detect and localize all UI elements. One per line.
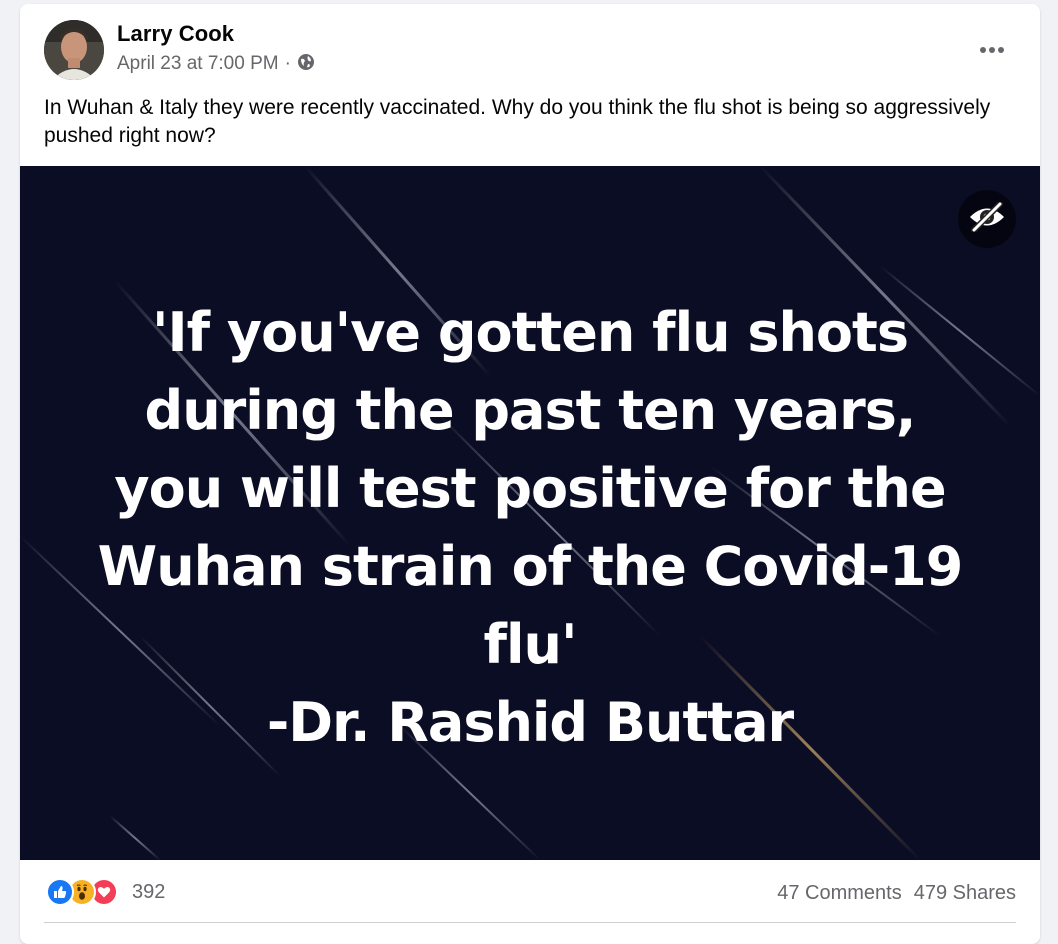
engagement-counts: 47 Comments 479 Shares: [777, 882, 1016, 905]
post-timestamp[interactable]: April 23 at 7:00 PM: [117, 53, 279, 75]
hide-image-button[interactable]: [958, 190, 1016, 248]
like-icon: [46, 878, 74, 906]
post-text: In Wuhan & Italy they were recently vacc…: [44, 96, 991, 147]
shares-count-link[interactable]: 479 Shares: [914, 882, 1016, 905]
more-options-icon: [979, 41, 1005, 59]
reaction-count: 392: [132, 880, 166, 903]
quote-line: you will test positive for the: [114, 457, 946, 520]
post-card: Larry Cook April 23 at 7:00 PM · In Wuha…: [20, 4, 1040, 944]
post-meta: April 23 at 7:00 PM ·: [117, 53, 315, 75]
quote-attribution: -Dr. Rashid Buttar: [266, 691, 794, 754]
meta-separator: ·: [284, 53, 291, 74]
author-avatar[interactable]: [44, 20, 104, 80]
globe-icon[interactable]: [297, 53, 315, 71]
quote-line: Wuhan strain of the Covid-19: [97, 535, 964, 598]
post-image[interactable]: 'If you've gotten flu shots during the p…: [20, 166, 1040, 860]
image-quote: 'If you've gotten flu shots during the p…: [20, 294, 1040, 762]
eye-slash-icon: [968, 200, 1006, 237]
more-options-button[interactable]: [974, 32, 1010, 68]
quote-line: 'If you've gotten flu shots: [152, 301, 909, 364]
comments-count-link[interactable]: 47 Comments: [777, 882, 902, 905]
footer-divider: [44, 922, 1016, 923]
author-name[interactable]: Larry Cook: [117, 21, 234, 47]
quote-line: flu': [483, 613, 578, 676]
post-header: Larry Cook April 23 at 7:00 PM ·: [20, 4, 1040, 94]
reactions-summary[interactable]: 392: [46, 878, 165, 906]
quote-line: during the past ten years,: [144, 379, 917, 442]
engagement-bar: 392 47 Comments 479 Shares: [20, 860, 1040, 940]
